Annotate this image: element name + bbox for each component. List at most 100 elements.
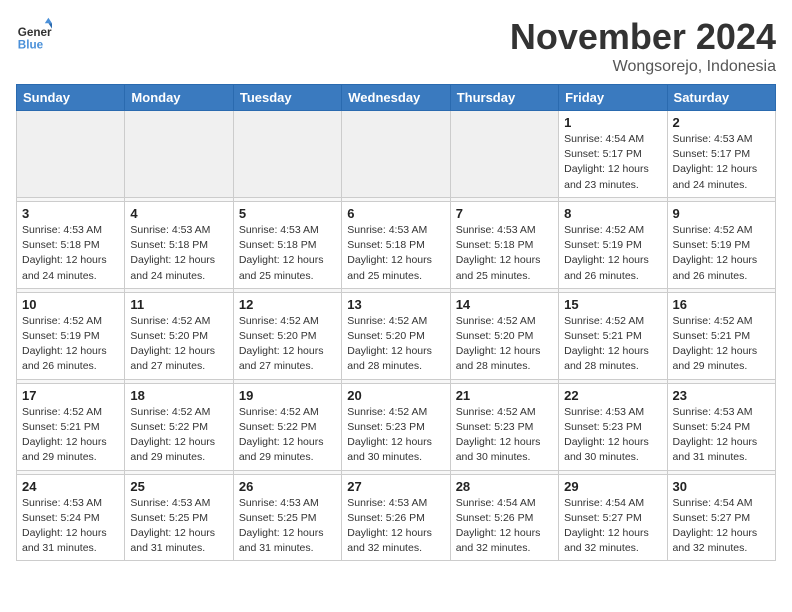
day-info: Sunrise: 4:52 AM Sunset: 5:20 PM Dayligh… (347, 314, 444, 375)
calendar-cell: 4 Sunrise: 4:53 AM Sunset: 5:18 PM Daylig… (125, 201, 233, 288)
weekday-header-wednesday: Wednesday (342, 85, 450, 111)
day-number: 26 (239, 479, 336, 494)
day-number: 2 (673, 115, 770, 130)
weekday-header-tuesday: Tuesday (233, 85, 341, 111)
calendar-cell: 14Sunrise: 4:52 AM Sunset: 5:20 PM Dayli… (450, 292, 558, 379)
day-number: 13 (347, 297, 444, 312)
weekday-header-friday: Friday (559, 85, 667, 111)
day-number: 23 (673, 388, 770, 403)
day-info: Sunrise: 4:52 AM Sunset: 5:23 PM Dayligh… (456, 405, 553, 466)
day-number: 22 (564, 388, 661, 403)
day-number: 29 (564, 479, 661, 494)
calendar-cell: 1Sunrise: 4:54 AM Sunset: 5:17 PM Daylig… (559, 111, 667, 198)
day-number: 4 (130, 206, 227, 221)
day-number: 28 (456, 479, 553, 494)
logo: General Blue (16, 16, 52, 52)
day-number: 3 (22, 206, 119, 221)
day-number: 16 (673, 297, 770, 312)
weekday-header-thursday: Thursday (450, 85, 558, 111)
day-info: Sunrise: 4:53 AM Sunset: 5:24 PM Dayligh… (673, 405, 770, 466)
calendar-header-row: SundayMondayTuesdayWednesdayThursdayFrid… (17, 85, 776, 111)
calendar-cell: 7 Sunrise: 4:53 AM Sunset: 5:18 PM Daylig… (450, 201, 558, 288)
day-info: Sunrise: 4:53 AM Sunset: 5:18 PM Dayligh… (347, 223, 444, 284)
day-info: Sunrise: 4:52 AM Sunset: 5:21 PM Dayligh… (22, 405, 119, 466)
day-number: 7 (456, 206, 553, 221)
day-number: 14 (456, 297, 553, 312)
calendar-cell (450, 111, 558, 198)
calendar-cell: 24Sunrise: 4:53 AM Sunset: 5:24 PM Dayli… (17, 474, 125, 561)
calendar-cell: 22 Sunrise: 4:53 AM Sunset: 5:23 PM Dayli… (559, 383, 667, 470)
day-info: Sunrise: 4:53 AM Sunset: 5:18 PM Dayligh… (456, 223, 553, 284)
calendar-table: SundayMondayTuesdayWednesdayThursdayFrid… (16, 84, 776, 561)
page-header: General Blue November 2024 Wongsorejo, I… (16, 16, 776, 76)
calendar-week-1: 1Sunrise: 4:54 AM Sunset: 5:17 PM Daylig… (17, 111, 776, 198)
logo-icon: General Blue (16, 16, 52, 52)
day-number: 10 (22, 297, 119, 312)
day-number: 21 (456, 388, 553, 403)
day-number: 20 (347, 388, 444, 403)
calendar-cell: 10 Sunrise: 4:52 AM Sunset: 5:19 PM Dayli… (17, 292, 125, 379)
day-info: Sunrise: 4:53 AM Sunset: 5:25 PM Dayligh… (239, 496, 336, 557)
day-info: Sunrise: 4:52 AM Sunset: 5:22 PM Dayligh… (130, 405, 227, 466)
calendar-cell: 18 Sunrise: 4:52 AM Sunset: 5:22 PM Dayli… (125, 383, 233, 470)
calendar-cell: 9 Sunrise: 4:52 AM Sunset: 5:19 PM Daylig… (667, 201, 775, 288)
calendar-week-4: 17 Sunrise: 4:52 AM Sunset: 5:21 PM Dayli… (17, 383, 776, 470)
calendar-cell (342, 111, 450, 198)
calendar-week-2: 3 Sunrise: 4:53 AM Sunset: 5:18 PM Daylig… (17, 201, 776, 288)
calendar-cell: 15Sunrise: 4:52 AM Sunset: 5:21 PM Dayli… (559, 292, 667, 379)
day-number: 18 (130, 388, 227, 403)
day-info: Sunrise: 4:54 AM Sunset: 5:27 PM Dayligh… (673, 496, 770, 557)
calendar-cell: 25Sunrise: 4:53 AM Sunset: 5:25 PM Dayli… (125, 474, 233, 561)
title-block: November 2024 Wongsorejo, Indonesia (510, 16, 776, 76)
day-info: Sunrise: 4:52 AM Sunset: 5:21 PM Dayligh… (673, 314, 770, 375)
day-number: 19 (239, 388, 336, 403)
day-number: 8 (564, 206, 661, 221)
day-info: Sunrise: 4:53 AM Sunset: 5:25 PM Dayligh… (130, 496, 227, 557)
day-info: Sunrise: 4:52 AM Sunset: 5:20 PM Dayligh… (130, 314, 227, 375)
day-number: 9 (673, 206, 770, 221)
day-info: Sunrise: 4:52 AM Sunset: 5:20 PM Dayligh… (239, 314, 336, 375)
day-number: 27 (347, 479, 444, 494)
calendar-cell: 8 Sunrise: 4:52 AM Sunset: 5:19 PM Daylig… (559, 201, 667, 288)
location-subtitle: Wongsorejo, Indonesia (510, 58, 776, 76)
weekday-header-sunday: Sunday (17, 85, 125, 111)
calendar-cell: 3 Sunrise: 4:53 AM Sunset: 5:18 PM Daylig… (17, 201, 125, 288)
day-number: 17 (22, 388, 119, 403)
weekday-header-monday: Monday (125, 85, 233, 111)
calendar-cell: 17 Sunrise: 4:52 AM Sunset: 5:21 PM Dayli… (17, 383, 125, 470)
calendar-cell (17, 111, 125, 198)
day-info: Sunrise: 4:52 AM Sunset: 5:23 PM Dayligh… (347, 405, 444, 466)
day-number: 6 (347, 206, 444, 221)
calendar-cell (125, 111, 233, 198)
day-info: Sunrise: 4:52 AM Sunset: 5:19 PM Dayligh… (564, 223, 661, 284)
calendar-cell: 20 Sunrise: 4:52 AM Sunset: 5:23 PM Dayli… (342, 383, 450, 470)
day-info: Sunrise: 4:53 AM Sunset: 5:18 PM Dayligh… (22, 223, 119, 284)
day-info: Sunrise: 4:53 AM Sunset: 5:18 PM Dayligh… (239, 223, 336, 284)
calendar-cell: 6 Sunrise: 4:53 AM Sunset: 5:18 PM Daylig… (342, 201, 450, 288)
calendar-cell: 2 Sunrise: 4:53 AM Sunset: 5:17 PM Daylig… (667, 111, 775, 198)
day-info: Sunrise: 4:53 AM Sunset: 5:17 PM Dayligh… (673, 132, 770, 193)
calendar-cell: 12Sunrise: 4:52 AM Sunset: 5:20 PM Dayli… (233, 292, 341, 379)
day-number: 5 (239, 206, 336, 221)
calendar-cell: 23 Sunrise: 4:53 AM Sunset: 5:24 PM Dayli… (667, 383, 775, 470)
day-info: Sunrise: 4:52 AM Sunset: 5:22 PM Dayligh… (239, 405, 336, 466)
day-number: 11 (130, 297, 227, 312)
calendar-cell: 29Sunrise: 4:54 AM Sunset: 5:27 PM Dayli… (559, 474, 667, 561)
calendar-week-5: 24Sunrise: 4:53 AM Sunset: 5:24 PM Dayli… (17, 474, 776, 561)
day-number: 30 (673, 479, 770, 494)
calendar-cell: 5 Sunrise: 4:53 AM Sunset: 5:18 PM Daylig… (233, 201, 341, 288)
calendar-cell: 13 Sunrise: 4:52 AM Sunset: 5:20 PM Dayli… (342, 292, 450, 379)
calendar-cell: 11 Sunrise: 4:52 AM Sunset: 5:20 PM Dayli… (125, 292, 233, 379)
day-info: Sunrise: 4:52 AM Sunset: 5:19 PM Dayligh… (673, 223, 770, 284)
day-info: Sunrise: 4:53 AM Sunset: 5:18 PM Dayligh… (130, 223, 227, 284)
day-info: Sunrise: 4:52 AM Sunset: 5:19 PM Dayligh… (22, 314, 119, 375)
day-info: Sunrise: 4:52 AM Sunset: 5:21 PM Dayligh… (564, 314, 661, 375)
day-info: Sunrise: 4:54 AM Sunset: 5:26 PM Dayligh… (456, 496, 553, 557)
calendar-cell: 19 Sunrise: 4:52 AM Sunset: 5:22 PM Dayli… (233, 383, 341, 470)
day-info: Sunrise: 4:54 AM Sunset: 5:17 PM Dayligh… (564, 132, 661, 193)
day-info: Sunrise: 4:53 AM Sunset: 5:24 PM Dayligh… (22, 496, 119, 557)
svg-text:General: General (18, 26, 52, 39)
calendar-cell: 21 Sunrise: 4:52 AM Sunset: 5:23 PM Dayli… (450, 383, 558, 470)
day-info: Sunrise: 4:53 AM Sunset: 5:23 PM Dayligh… (564, 405, 661, 466)
calendar-week-3: 10 Sunrise: 4:52 AM Sunset: 5:19 PM Dayli… (17, 292, 776, 379)
